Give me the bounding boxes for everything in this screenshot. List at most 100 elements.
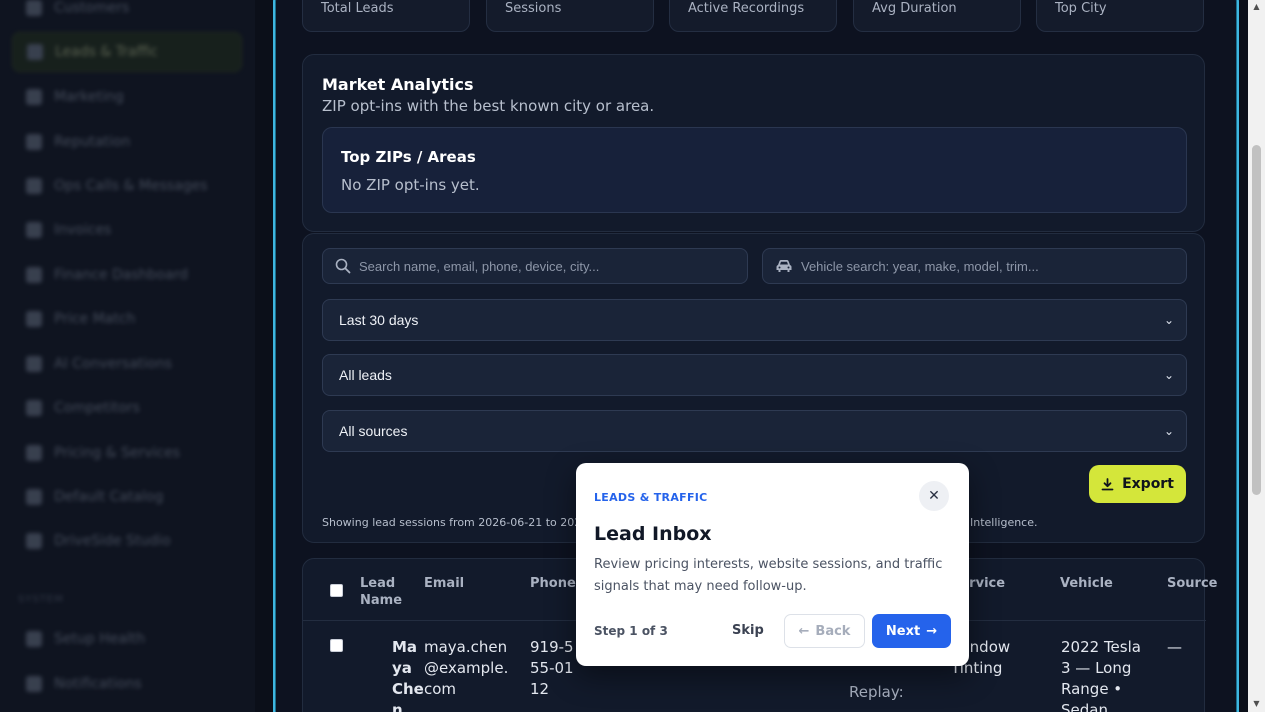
tour-popover: LEADS & TRAFFIC ✕ Lead Inbox Review pric… — [576, 463, 969, 666]
car-icon — [776, 260, 792, 272]
sidebar-item-leads-traffic[interactable]: Leads & Traffic — [12, 32, 242, 72]
chevron-down-icon: ⌄ — [1163, 368, 1174, 382]
chart-pie-icon — [26, 267, 42, 283]
stat-label: Active Recordings — [688, 1, 805, 16]
chevron-down-icon: ⌄ — [1163, 313, 1174, 327]
sidebar-item-label: Notifications — [54, 676, 142, 692]
sidebar-item-label: AI Conversations — [54, 356, 173, 372]
sidebar-item-notifications[interactable]: Notifications — [12, 664, 242, 704]
chevron-down-icon: ⌄ — [1163, 424, 1174, 438]
scrollbar-thumb[interactable] — [1252, 145, 1261, 495]
vehicle-search-field[interactable] — [762, 248, 1187, 284]
top-zips-title: Top ZIPs / Areas — [341, 148, 476, 166]
replay-label: Replay: — [849, 683, 904, 701]
grid-icon — [26, 489, 42, 505]
next-button[interactable]: Next → — [872, 614, 951, 648]
stat-label: Avg Duration — [872, 1, 957, 16]
sidebar-item-ai-conversations[interactable]: AI Conversations — [12, 344, 242, 384]
bell-icon — [26, 676, 42, 692]
stat-label: Top City — [1055, 1, 1107, 16]
sidebar-item-finance[interactable]: Finance Dashboard — [12, 255, 242, 295]
close-button[interactable]: ✕ — [919, 481, 949, 511]
chat-icon — [26, 356, 42, 372]
top-zips-card: Top ZIPs / Areas No ZIP opt-ins yet. — [322, 127, 1187, 213]
search-icon — [335, 258, 351, 274]
stat-card-sessions: Sessions — [486, 0, 654, 32]
sidebar-item-reputation[interactable]: Reputation — [12, 122, 242, 162]
sidebar-item-competitors[interactable]: Competitors — [12, 388, 242, 428]
panel-title: Market Analytics — [322, 75, 474, 94]
tags-icon — [26, 445, 42, 461]
export-button[interactable]: Export — [1089, 465, 1186, 503]
tour-description: Review pricing interests, website sessio… — [594, 557, 943, 594]
sidebar-item-label: Finance Dashboard — [54, 267, 188, 283]
lead-email: maya.chen@example.com — [424, 638, 509, 698]
lead-phone: 919-555-0112 — [530, 638, 574, 698]
stat-card-active-recordings: Active Recordings — [669, 0, 837, 32]
select-value: Last 30 days — [339, 312, 419, 328]
next-label: Next — [885, 623, 921, 639]
column-header-lead-name[interactable]: Lead Name — [360, 575, 410, 609]
sidebar-item-label: Default Catalog — [54, 489, 164, 505]
star-icon — [26, 134, 42, 150]
users-icon — [26, 0, 42, 16]
phone-icon — [26, 178, 42, 194]
search-field[interactable] — [322, 248, 748, 284]
tour-eyebrow: LEADS & TRAFFIC — [594, 491, 708, 504]
page-scrollbar[interactable]: ▲ ▼ — [1248, 0, 1265, 712]
tour-title: Lead Inbox — [594, 523, 712, 545]
sidebar-item-label: Setup Health — [54, 631, 146, 647]
lead-filter-select[interactable]: All leads ⌄ — [322, 354, 1187, 396]
sidebar-section-label: SYSTEM — [18, 594, 64, 605]
row-checkbox[interactable] — [330, 639, 343, 652]
scroll-up-arrow-icon[interactable]: ▲ — [1252, 2, 1261, 11]
panel-subtitle: ZIP opt-ins with the best known city or … — [322, 97, 655, 115]
column-header-phone[interactable]: Phone — [530, 575, 576, 592]
sidebar-item-label: Pricing & Services — [54, 445, 181, 461]
sidebar-item-price-match[interactable]: Price Match — [12, 299, 242, 339]
sidebar-item-default-catalog[interactable]: Default Catalog — [12, 477, 242, 517]
lead-source: — — [1167, 638, 1182, 656]
showing-range-text-end: Intelligence. — [970, 516, 1038, 529]
stat-label: Sessions — [505, 1, 562, 16]
vehicle-search-input[interactable] — [801, 258, 1161, 274]
pen-icon — [26, 533, 42, 549]
arrow-left-icon: ← — [798, 623, 810, 639]
column-header-vehicle[interactable]: Vehicle — [1060, 575, 1113, 592]
megaphone-icon — [26, 89, 42, 105]
sidebar-item-pricing[interactable]: Pricing & Services — [12, 433, 242, 473]
download-icon — [1101, 477, 1114, 490]
sidebar-item-label: Customers — [54, 0, 130, 16]
stat-card-top-city: Top City — [1036, 0, 1204, 32]
skip-button[interactable]: Skip — [732, 623, 764, 638]
sidebar-item-driveside-studio[interactable]: DriveSide Studio — [12, 521, 242, 561]
sidebar-item-setup-health[interactable]: Setup Health — [12, 619, 242, 659]
market-analytics-panel: Market Analytics ZIP opt-ins with the be… — [302, 54, 1205, 232]
lead-name[interactable]: Maya Chen — [392, 637, 426, 712]
date-range-select[interactable]: Last 30 days ⌄ — [322, 299, 1187, 341]
column-header-source[interactable]: Source — [1167, 575, 1217, 592]
back-label: Back — [815, 623, 851, 639]
lead-vehicle: 2022 Tesla 3 — Long Range • Sedan — [1061, 638, 1141, 712]
back-button[interactable]: ← Back — [784, 614, 865, 648]
sidebar-item-label: DriveSide Studio — [54, 533, 171, 549]
sidebar-item-invoices[interactable]: Invoices — [12, 210, 242, 250]
sidebar-item-label: Competitors — [54, 400, 140, 416]
sidebar-item-marketing[interactable]: Marketing — [12, 77, 242, 117]
top-zips-empty-text: No ZIP opt-ins yet. — [341, 176, 480, 194]
file-icon — [26, 222, 42, 238]
scroll-down-arrow-icon[interactable]: ▼ — [1252, 699, 1261, 708]
stat-card-avg-duration: Avg Duration — [853, 0, 1021, 32]
sidebar-item-label: Invoices — [54, 222, 112, 238]
bar-chart-icon — [26, 400, 42, 416]
source-filter-select[interactable]: All sources ⌄ — [322, 410, 1187, 452]
search-input[interactable] — [359, 258, 719, 274]
sidebar: Customers Leads & Traffic Marketing Repu… — [0, 0, 255, 712]
tag-icon — [26, 311, 42, 327]
sidebar-item-ops-calls[interactable]: Ops Calls & Messages — [12, 166, 242, 206]
sidebar-item-label: Leads & Traffic — [55, 44, 158, 60]
select-all-checkbox[interactable] — [330, 584, 343, 597]
column-header-email[interactable]: Email — [424, 575, 464, 592]
select-value: All leads — [339, 367, 392, 383]
sidebar-item-customers[interactable]: Customers — [12, 0, 242, 28]
